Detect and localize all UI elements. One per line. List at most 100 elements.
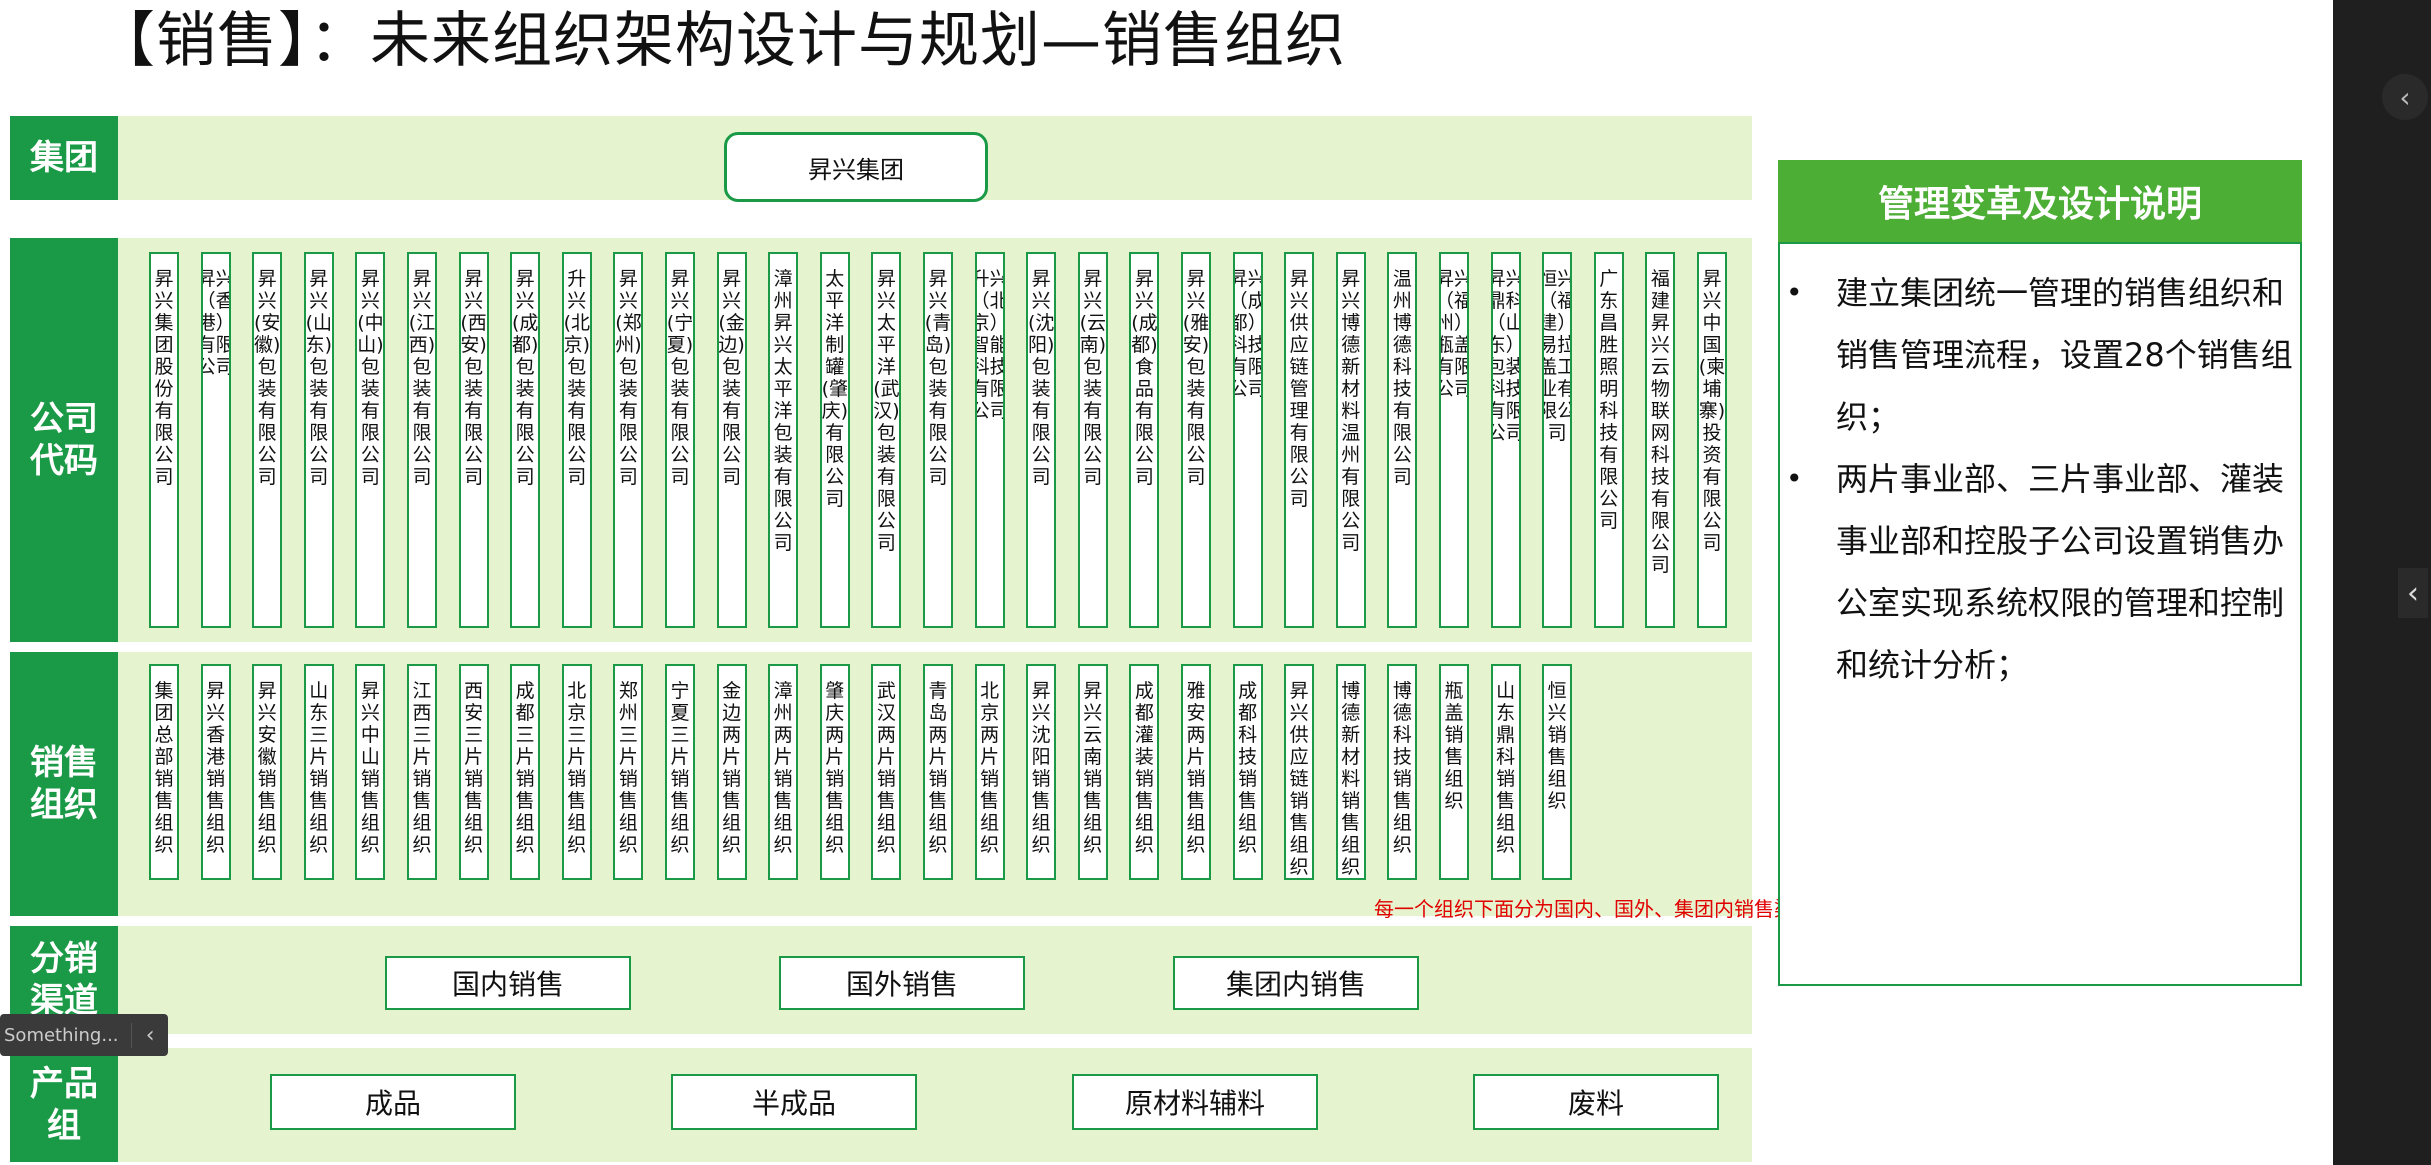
sales-org-box: 瓶盖销售组织 (1439, 664, 1469, 880)
company-box-text: 昇兴(云南)包装有限公司 (1079, 268, 1107, 488)
product-raw: 原材料辅料 (1072, 1074, 1318, 1130)
management-heading: 管理变革及设计说明 (1778, 160, 2302, 242)
sales-org-box: 金边两片销售组织 (716, 664, 747, 880)
company-box-text: 温州博德科技有限公司 (1392, 268, 1412, 488)
sales-org-box: 郑州三片销售组织 (613, 664, 644, 880)
company-box: 福建昇兴云物联网科技有限公司 (1645, 252, 1676, 628)
row-label-company: 公司代码 (10, 238, 118, 642)
row-label-product-text: 产品组 (30, 1064, 98, 1146)
company-box-text: 福建昇兴云物联网科技有限公司 (1650, 268, 1670, 576)
company-box: 昇兴中国(柬埔寨)投资有限公司 (1697, 252, 1727, 628)
sales-org-box-text: 恒兴销售组织 (1547, 680, 1567, 812)
sales-org-box: 昇兴香港销售组织 (200, 664, 231, 880)
sales-org-box-text: 青岛两片销售组织 (928, 680, 948, 856)
floating-toolbar[interactable]: Something... ‹ (0, 1014, 168, 1056)
bullet-icon: • (1786, 462, 1803, 495)
sales-org-box-text: 博德新材料销售组织 (1341, 680, 1361, 878)
company-box: 昇兴集团股份有限公司 (149, 252, 179, 628)
sales-org-box: 成都灌装销售组织 (1129, 664, 1160, 880)
sales-org-box: 北京两片销售组织 (974, 664, 1005, 880)
company-box-text: 昇兴（香港）有限公司 (203, 268, 229, 378)
company-box-text: 昇兴(沈阳)包装有限公司 (1027, 268, 1055, 488)
company-box: 昇兴（成都）科技有限公司 (1232, 252, 1263, 628)
company-box-text: 昇兴(雅安)包装有限公司 (1182, 268, 1210, 488)
sales-org-box: 山东三片销售组织 (303, 664, 334, 880)
sales-org-box-text: 北京两片销售组织 (980, 680, 1000, 856)
collapse-chevron-icon[interactable]: ‹ (2382, 74, 2428, 120)
company-box: 昇兴（福州）瓶盖有限公司 (1439, 252, 1469, 628)
product-semi: 半成品 (671, 1074, 917, 1130)
sales-org-box-text: 昇兴安徽销售组织 (257, 680, 277, 856)
sales-org-box-text: 江西三片销售组织 (412, 680, 432, 856)
company-box-text: 升兴（北京）智能科技有限公司 (977, 268, 1003, 422)
company-box: 昇兴(沈阳)包装有限公司 (1026, 252, 1057, 628)
company-box-text: 昇兴(安徽)包装有限公司 (253, 268, 281, 488)
sales-org-box: 漳州两片销售组织 (768, 664, 799, 880)
company-box-text: 昇兴(宁夏)包装有限公司 (666, 268, 694, 488)
sales-org-box: 雅安两片销售组织 (1181, 664, 1211, 880)
sales-org-box: 肇庆两片销售组织 (819, 664, 850, 880)
sales-org-box-text: 昇兴沈阳销售组织 (1031, 680, 1051, 856)
company-box-text: 昇兴供应链管理有限公司 (1289, 268, 1309, 510)
sales-org-box-text: 成都灌装销售组织 (1134, 680, 1154, 856)
company-box: 升兴(北京)包装有限公司 (561, 252, 592, 628)
company-box: 昇兴(安徽)包装有限公司 (252, 252, 283, 628)
sales-org-box: 恒兴销售组织 (1542, 664, 1573, 880)
sales-org-box: 宁夏三片销售组织 (665, 664, 695, 880)
company-box-text: 昇兴中国(柬埔寨)投资有限公司 (1698, 268, 1726, 554)
company-box-text: 恒兴（福建）易拉盖工业有限公司 (1544, 268, 1570, 444)
company-box-text: 广东昌胜照明科技有限公司 (1599, 268, 1619, 532)
sales-org-box-text: 博德科技销售组织 (1392, 680, 1412, 856)
company-box-text: 昇兴(西安)包装有限公司 (460, 268, 487, 488)
company-box: 昇兴(云南)包装有限公司 (1077, 252, 1108, 628)
company-box-text: 昇兴鼎科（山东）包装科技有限公司 (1493, 268, 1519, 444)
sales-org-box-text: 武汉两片销售组织 (876, 680, 896, 856)
sales-org-box: 博德新材料销售组织 (1335, 664, 1366, 880)
company-box: 昇兴(雅安)包装有限公司 (1181, 252, 1211, 628)
company-box: 昇兴(中山)包装有限公司 (355, 252, 386, 628)
sales-org-box-text: 漳州两片销售组织 (773, 680, 793, 856)
management-bullet-1: 建立集团统一管理的销售组织和销售管理流程，设置28个销售组织； (1836, 274, 2293, 436)
sales-org-box-text: 成都科技销售组织 (1238, 680, 1258, 856)
product-finished: 成品 (270, 1074, 516, 1130)
company-box-text: 昇兴（福州）瓶盖有限公司 (1441, 268, 1467, 400)
company-box: 昇兴(金边)包装有限公司 (716, 252, 747, 628)
company-box: 昇兴(成都)食品有限公司 (1129, 252, 1160, 628)
sales-org-box-text: 成都三片销售组织 (515, 680, 535, 856)
sales-org-box: 昇兴云南销售组织 (1077, 664, 1108, 880)
sales-org-box: 昇兴沈阳销售组织 (1026, 664, 1057, 880)
company-box-text: 太平洋制罐(肇庆)有限公司 (821, 268, 849, 510)
chevron-left-icon[interactable]: ‹ (131, 1022, 168, 1048)
product-scrap: 废料 (1473, 1074, 1719, 1130)
sales-org-box-text: 瓶盖销售组织 (1444, 680, 1464, 812)
sales-org-box-text: 西安三片销售组织 (464, 680, 484, 856)
sales-org-box-text: 山东三片销售组织 (309, 680, 329, 856)
company-box-text: 升兴(北京)包装有限公司 (563, 268, 591, 488)
company-box-text: 昇兴(江西)包装有限公司 (408, 268, 436, 488)
sales-org-box-text: 肇庆两片销售组织 (825, 680, 845, 856)
company-box: 昇兴供应链管理有限公司 (1284, 252, 1315, 628)
management-bullet-2: 两片事业部、三片事业部、灌装事业部和控股子公司设置销售办公室实现系统权限的管理和… (1836, 460, 2285, 684)
sales-org-box-text: 宁夏三片销售组织 (670, 680, 690, 856)
company-box: 温州博德科技有限公司 (1387, 252, 1418, 628)
sales-org-box: 山东鼎科销售组织 (1490, 664, 1521, 880)
company-box: 昇兴鼎科（山东）包装科技有限公司 (1490, 252, 1521, 628)
company-box-text: 昇兴(成都)食品有限公司 (1131, 268, 1158, 488)
company-box-text: 昇兴太平洋(武汉)包装有限公司 (873, 268, 900, 554)
company-box: 昇兴(江西)包装有限公司 (407, 252, 437, 628)
sales-org-box: 博德科技销售组织 (1387, 664, 1418, 880)
sales-org-box: 集团总部销售组织 (149, 664, 179, 880)
sales-org-box: 昇兴中山销售组织 (355, 664, 386, 880)
row-label-group: 集团 (10, 116, 118, 200)
slide-title: 【销售】：未来组织架构设计与规划—销售组织 (95, 6, 1346, 76)
company-box: 漳州昇兴太平洋包装有限公司 (768, 252, 799, 628)
expand-chevron-icon[interactable]: ‹ (2398, 568, 2428, 618)
company-box: 昇兴(宁夏)包装有限公司 (665, 252, 695, 628)
row-label-product: 产品组 (10, 1048, 118, 1162)
sales-org-box: 昇兴供应链销售组织 (1284, 664, 1315, 880)
row-label-sales: 销售组织 (10, 652, 118, 916)
sales-org-box-text: 昇兴供应链销售组织 (1289, 680, 1309, 878)
row-label-company-text: 公司代码 (30, 399, 98, 481)
sales-org-box-text: 昇兴云南销售组织 (1083, 680, 1103, 856)
sales-org-box-text: 昇兴香港销售组织 (206, 680, 226, 856)
